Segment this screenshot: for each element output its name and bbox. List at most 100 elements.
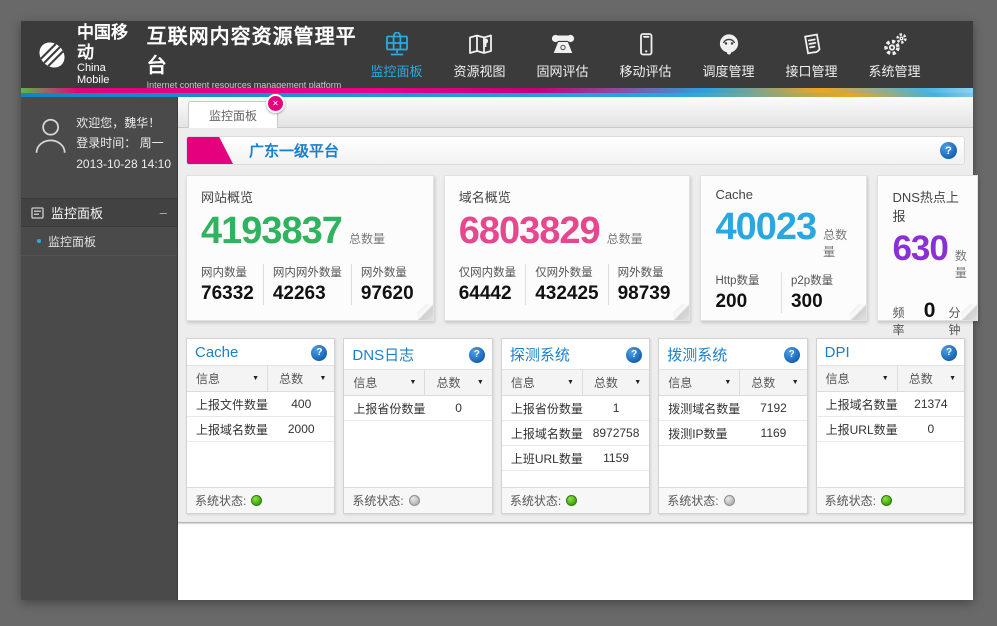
column-header-info[interactable]: 信息 ▼ — [344, 370, 425, 395]
row-value: 0 — [898, 422, 964, 436]
chevron-down-icon[interactable]: ▼ — [634, 379, 641, 386]
chevron-down-icon[interactable]: ▼ — [319, 375, 326, 382]
stat-label: 网外数量 — [618, 264, 671, 280]
row-label: 上报域名数量 — [502, 425, 583, 442]
panel-cache: Cache ? 信息 ▼ 总数 ▼ — [186, 338, 335, 514]
gears-icon — [882, 30, 908, 57]
card-big-label: 总数量 — [823, 226, 856, 260]
nav-item-system-mgmt[interactable]: 系统管理 — [858, 30, 931, 80]
page-curl — [850, 304, 866, 320]
screen: 中国移动 China Mobile 互联网内容资源管理平台 Internet c… — [0, 0, 997, 626]
chevron-down-icon[interactable]: ▼ — [792, 379, 799, 386]
column-header-total[interactable]: 总数 ▼ — [425, 370, 491, 395]
column-header-info[interactable]: 信息 ▼ — [502, 370, 583, 395]
card-big-number: 6803829 — [459, 212, 600, 252]
brand-text: 中国移动 China Mobile — [77, 23, 137, 86]
nav-item-resource-view[interactable]: 资源视图 — [443, 30, 516, 80]
nav-label: 调度管理 — [702, 61, 754, 80]
chevron-down-icon[interactable]: ▼ — [477, 379, 484, 386]
panel-dns-log: DNS日志 ? 信息 ▼ 总数 ▼ — [343, 338, 492, 514]
column-header-info[interactable]: 信息 ▼ — [817, 366, 898, 391]
avatar-icon — [33, 113, 68, 159]
tab-close-icon[interactable]: ✕ — [266, 94, 285, 113]
tab-monitor-panel[interactable]: 监控面板 ✕ — [188, 101, 278, 128]
card-stat: 仅网外数量 432425 — [525, 264, 607, 305]
panel-title: DPI — [825, 344, 850, 361]
nav-item-mobile-eval[interactable]: 移动评估 — [609, 30, 682, 80]
document-icon — [799, 30, 825, 57]
panel-title: 探测系统 — [510, 344, 570, 365]
app-window: 中国移动 China Mobile 互联网内容资源管理平台 Internet c… — [21, 21, 973, 600]
column-label: 信息 — [353, 374, 377, 391]
nav-item-dispatch-mgmt[interactable]: 调度管理 — [692, 30, 765, 80]
card-cache: Cache 40023 总数量 Http数量 200 — [700, 175, 867, 321]
table-row: 拨测域名数量 7192 — [659, 396, 806, 421]
china-mobile-logo — [36, 39, 68, 71]
chevron-down-icon[interactable]: ▼ — [949, 375, 956, 382]
column-header-info[interactable]: 信息 ▼ — [659, 370, 740, 395]
row-value: 2000 — [268, 422, 334, 436]
card-dns-hotspot: DNS热点上报 630 数量 频率 0 分钟 — [877, 175, 977, 321]
column-label: 信息 — [668, 374, 692, 391]
stat-label: 仅网内数量 — [459, 264, 517, 280]
nav-label: 监控面板 — [370, 61, 422, 80]
status-badge — [251, 495, 262, 506]
sidebar-item-monitor-panel[interactable]: 监控面板 — [21, 227, 177, 256]
stat-value: 76332 — [201, 283, 254, 305]
column-label: 总数 — [909, 370, 933, 387]
chevron-down-icon[interactable]: ▼ — [410, 379, 417, 386]
help-icon[interactable]: ? — [626, 347, 642, 363]
column-header-total[interactable]: 总数 ▼ — [898, 366, 964, 391]
help-icon[interactable]: ? — [941, 345, 957, 361]
collapse-icon[interactable]: – — [160, 205, 167, 220]
help-icon[interactable]: ? — [311, 345, 327, 361]
help-icon[interactable]: ? — [784, 347, 800, 363]
column-header-total[interactable]: 总数 ▼ — [583, 370, 649, 395]
stat-value: 432425 — [535, 283, 598, 305]
card-title: 网站概览 — [201, 187, 423, 206]
column-header-total[interactable]: 总数 ▼ — [740, 370, 806, 395]
chevron-down-icon[interactable]: ▼ — [567, 379, 574, 386]
card-big-number: 40023 — [715, 208, 816, 248]
column-header-total[interactable]: 总数 ▼ — [268, 366, 334, 391]
row-value: 8972758 — [583, 426, 649, 440]
stat-value: 64442 — [459, 283, 517, 305]
row-label: 上报省份数量 — [344, 400, 425, 417]
map-icon — [467, 30, 493, 57]
column-label: 总数 — [279, 370, 303, 387]
card-big-number: 630 — [892, 231, 947, 268]
help-icon[interactable]: ? — [940, 142, 957, 159]
stat-value: 42263 — [273, 283, 342, 305]
card-stat: Http数量 200 — [715, 272, 781, 313]
platform-header: 广东一级平台 ? — [186, 136, 965, 165]
help-icon[interactable]: ? — [469, 347, 485, 363]
card-title: DNS热点上报 — [892, 187, 966, 225]
card-website-overview: 网站概览 4193837 总数量 网内数量 76332 — [186, 175, 434, 321]
nav-item-interface-mgmt[interactable]: 接口管理 — [775, 30, 848, 80]
stat-value: 98739 — [618, 283, 671, 305]
nav-item-fixed-net-eval[interactable]: 固网评估 — [526, 30, 599, 80]
stat-label: 网外数量 — [361, 264, 414, 280]
row-value: 400 — [268, 397, 334, 411]
row-label: 拨测IP数量 — [659, 425, 740, 442]
nav-item-monitor-panel[interactable]: 监控面板 — [360, 30, 433, 80]
chevron-down-icon[interactable]: ▼ — [724, 379, 731, 386]
bullet-icon — [37, 239, 41, 243]
user-info: 欢迎您，魏华！ 登录时间： 周一 2013-10-28 14:10 — [76, 113, 171, 174]
freq-value: 0 — [924, 299, 936, 323]
chevron-down-icon[interactable]: ▼ — [882, 375, 889, 382]
rainbow-stripe — [21, 88, 973, 97]
column-header-info[interactable]: 信息 ▼ — [187, 366, 268, 391]
sidebar-group-monitor-panel[interactable]: 监控面板 – — [21, 198, 177, 227]
row-label: 上报域名数量 — [817, 396, 898, 413]
stat-label: 网内网外数量 — [273, 264, 342, 280]
card-stat: 网内数量 76332 — [201, 264, 263, 305]
table-row: 上报省份数量 1 — [502, 396, 649, 421]
headset-icon — [716, 30, 742, 57]
stat-label: Http数量 — [715, 272, 772, 288]
table-row: 上报URL数量 0 — [817, 417, 964, 442]
chevron-down-icon[interactable]: ▼ — [252, 375, 259, 382]
card-big-label: 数量 — [955, 247, 967, 281]
panel-title: DNS日志 — [352, 344, 414, 365]
stat-value: 97620 — [361, 283, 414, 305]
